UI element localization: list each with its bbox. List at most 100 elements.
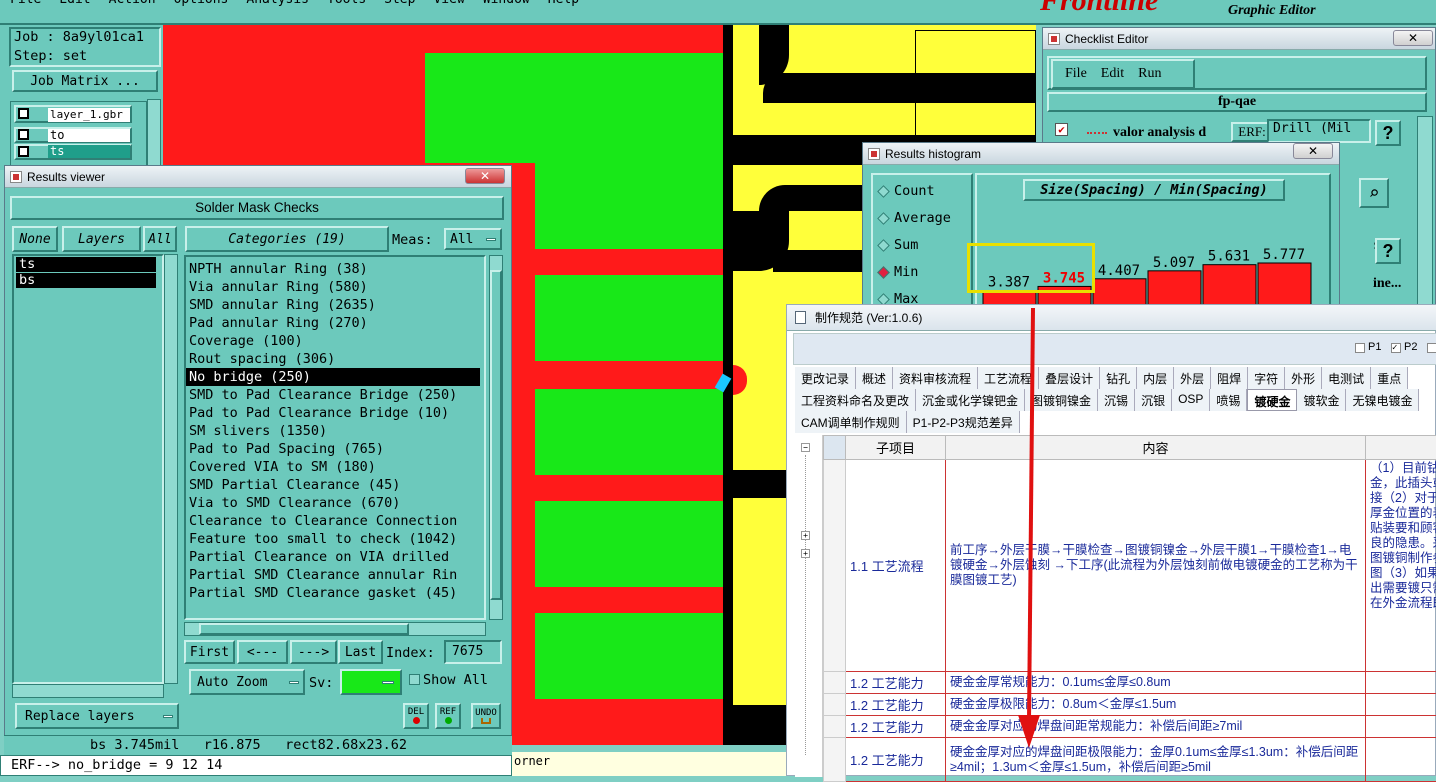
menu-item-0[interactable]: File — [10, 0, 41, 7]
tab-tabs_row2-9[interactable]: 无镍电镀金 — [1346, 389, 1419, 411]
tab-tabs_row1-10[interactable]: 外形 — [1285, 367, 1322, 389]
category-item[interactable]: NPTH annular Ring (38) — [186, 260, 484, 278]
category-item[interactable]: SM slivers (1350) — [186, 422, 484, 440]
checklist-menu-2[interactable]: Run — [1138, 66, 1161, 82]
checklist-row-label[interactable]: valor analysis d — [1113, 125, 1206, 141]
spec-doc-titlebar[interactable]: 制作规范 (Ver:1.0.6) — [787, 305, 1436, 331]
tab-tabs_row3-1[interactable]: P1-P2-P3规范差异 — [907, 411, 1020, 433]
replace-layers-dropdown[interactable]: Replace layers — [15, 703, 179, 729]
category-item[interactable]: Partial SMD Clearance annular Rin — [186, 566, 484, 584]
help-button[interactable]: ? — [1375, 120, 1401, 146]
tab-tabs_row1-7[interactable]: 外层 — [1174, 367, 1211, 389]
table-row[interactable]: 1.1 工艺流程前工序→外层干膜→干膜检查→图镀铜镍金→外层干膜1→干膜检查1→… — [824, 460, 1436, 672]
layers-button[interactable]: Layers — [62, 226, 141, 252]
histogram-titlebar[interactable]: Results histogram ✕ — [863, 143, 1339, 165]
layer-list-item[interactable]: ts — [16, 257, 156, 272]
checklist-menu-1[interactable]: Edit — [1101, 66, 1124, 82]
p2-checkbox[interactable]: ✓ — [1391, 343, 1401, 353]
zoom-icon[interactable]: ⌕ — [1359, 178, 1389, 208]
tab-tabs_row1-6[interactable]: 内层 — [1137, 367, 1174, 389]
none-button[interactable]: None — [12, 226, 58, 252]
job-matrix-button[interactable]: Job Matrix ... — [12, 70, 158, 92]
close-button[interactable]: ✕ — [1393, 30, 1433, 46]
menu-item-7[interactable]: View — [433, 0, 464, 7]
category-list-scrollbar[interactable] — [489, 255, 503, 620]
tab-tabs_row2-4[interactable]: 沉银 — [1135, 389, 1172, 411]
tab-tabs_row2-0[interactable]: 工程资料命名及更改 — [795, 389, 916, 411]
category-item[interactable]: Pad to Pad Clearance Bridge (10) — [186, 404, 484, 422]
p3-checkbox[interactable] — [1427, 343, 1436, 353]
index-input[interactable]: 7675 — [444, 640, 502, 664]
tab-tabs_row2-1[interactable]: 沉金或化学镍钯金 — [916, 389, 1025, 411]
table-row[interactable]: 1.2 工艺能力硬金金厚极限能力：0.8um＜金厚≤1.5um — [824, 694, 1436, 716]
tab-tabs_row2-5[interactable]: OSP — [1172, 389, 1210, 411]
category-item[interactable]: Feature too small to check (1042) — [186, 530, 484, 548]
table-row[interactable]: 1.2 工艺能力硬金金厚对应的焊盘间距极限能力：金厚0.1um≤金厚≤1.3um… — [824, 738, 1436, 782]
menu-item-1[interactable]: Edit — [59, 0, 90, 7]
tab-tabs_row2-6[interactable]: 喷锡 — [1210, 389, 1247, 411]
table-row[interactable]: 1.2 工艺能力硬金金厚常规能力：0.1um≤金厚≤0.8um — [824, 672, 1436, 694]
menu-item-9[interactable]: Help — [548, 0, 579, 7]
category-item[interactable]: Via to SMD Clearance (670) — [186, 494, 484, 512]
tab-tabs_row1-0[interactable]: 更改记录 — [795, 367, 856, 389]
tab-tabs_row1-1[interactable]: 概述 — [856, 367, 893, 389]
meas-dropdown[interactable]: All — [444, 228, 502, 250]
histogram-option-average[interactable]: Average — [879, 208, 951, 228]
auto-zoom-dropdown[interactable]: Auto Zoom — [189, 669, 305, 695]
tab-tabs_row1-12[interactable]: 重点 — [1371, 367, 1408, 389]
del-button[interactable]: DEL — [403, 703, 429, 729]
first-button[interactable]: First — [184, 640, 235, 664]
menu-item-2[interactable]: Action — [109, 0, 156, 7]
sv-color-dropdown[interactable] — [340, 669, 402, 695]
tab-tabs_row3-0[interactable]: CAM调单制作规则 — [795, 411, 907, 433]
category-list-hscroll[interactable] — [184, 622, 486, 636]
layer-list-scrollbar[interactable] — [164, 254, 178, 684]
menu-item-3[interactable]: Options — [174, 0, 229, 7]
prev-button[interactable]: <--- — [237, 640, 288, 664]
histogram-option-sum[interactable]: Sum — [879, 235, 918, 255]
menu-item-4[interactable]: Analysis — [246, 0, 309, 7]
show-all-checkbox[interactable] — [409, 674, 420, 685]
layer-list[interactable]: tsbs — [12, 254, 164, 684]
tab-tabs_row1-9[interactable]: 字符 — [1248, 367, 1285, 389]
tab-tabs_row1-2[interactable]: 资料审核流程 — [893, 367, 978, 389]
category-item[interactable]: No bridge (250) — [186, 368, 480, 386]
menu-item-6[interactable]: Step — [384, 0, 415, 7]
menu-item-8[interactable]: Window — [483, 0, 530, 7]
checklist-row-checkbox[interactable]: ✔ — [1055, 123, 1068, 136]
checklist-titlebar[interactable]: Checklist Editor ✕ — [1043, 28, 1435, 50]
category-item[interactable]: Clearance to Clearance Connection — [186, 512, 484, 530]
category-item[interactable]: Pad annular Ring (270) — [186, 314, 484, 332]
table-row[interactable]: 1.2 工艺能力硬金金厚对应的焊盘间距常规能力：补偿后间距≥7mil — [824, 716, 1436, 738]
drill-field[interactable]: Drill (Mil — [1267, 119, 1371, 143]
menu-item-5[interactable]: Tools — [327, 0, 366, 7]
categories-button[interactable]: Categories (19) — [185, 226, 389, 252]
ref-button[interactable]: REF — [435, 703, 461, 729]
close-button[interactable]: ✕ — [465, 168, 505, 184]
category-item[interactable]: Partial Clearance on VIA drilled — [186, 548, 484, 566]
next-button[interactable]: ---> — [290, 640, 337, 664]
category-item[interactable]: Covered VIA to SM (180) — [186, 458, 484, 476]
category-item[interactable]: SMD annular Ring (2635) — [186, 296, 484, 314]
category-list[interactable]: NPTH annular Ring (38)Via annular Ring (… — [184, 255, 486, 620]
results-viewer-titlebar[interactable]: Results viewer ✕ — [5, 166, 511, 188]
layer-list-hscroll[interactable] — [12, 684, 164, 698]
tab-tabs_row1-11[interactable]: 电测试 — [1322, 367, 1371, 389]
tab-tabs_row1-5[interactable]: 钻孔 — [1100, 367, 1137, 389]
category-item[interactable]: Partial SMD Clearance gasket (45) — [186, 584, 484, 602]
layer-list-item[interactable]: bs — [16, 273, 156, 288]
tab-tabs_row2-8[interactable]: 镀软金 — [1297, 389, 1346, 411]
category-item[interactable]: Rout spacing (306) — [186, 350, 484, 368]
category-item[interactable]: Pad to Pad Spacing (765) — [186, 440, 484, 458]
category-item[interactable]: Via annular Ring (580) — [186, 278, 484, 296]
category-item[interactable]: SMD to Pad Clearance Bridge (250) — [186, 386, 484, 404]
close-button[interactable]: ✕ — [1293, 143, 1333, 159]
last-button[interactable]: Last — [338, 640, 383, 664]
histogram-option-min[interactable]: Min — [879, 262, 918, 282]
histogram-option-count[interactable]: Count — [879, 181, 935, 201]
tab-tabs_row2-7[interactable]: 镀硬金 — [1247, 389, 1297, 411]
tab-tabs_row2-3[interactable]: 沉锡 — [1098, 389, 1135, 411]
p1-checkbox[interactable] — [1355, 343, 1365, 353]
tab-tabs_row1-8[interactable]: 阻焊 — [1211, 367, 1248, 389]
all-button[interactable]: All — [143, 226, 177, 252]
